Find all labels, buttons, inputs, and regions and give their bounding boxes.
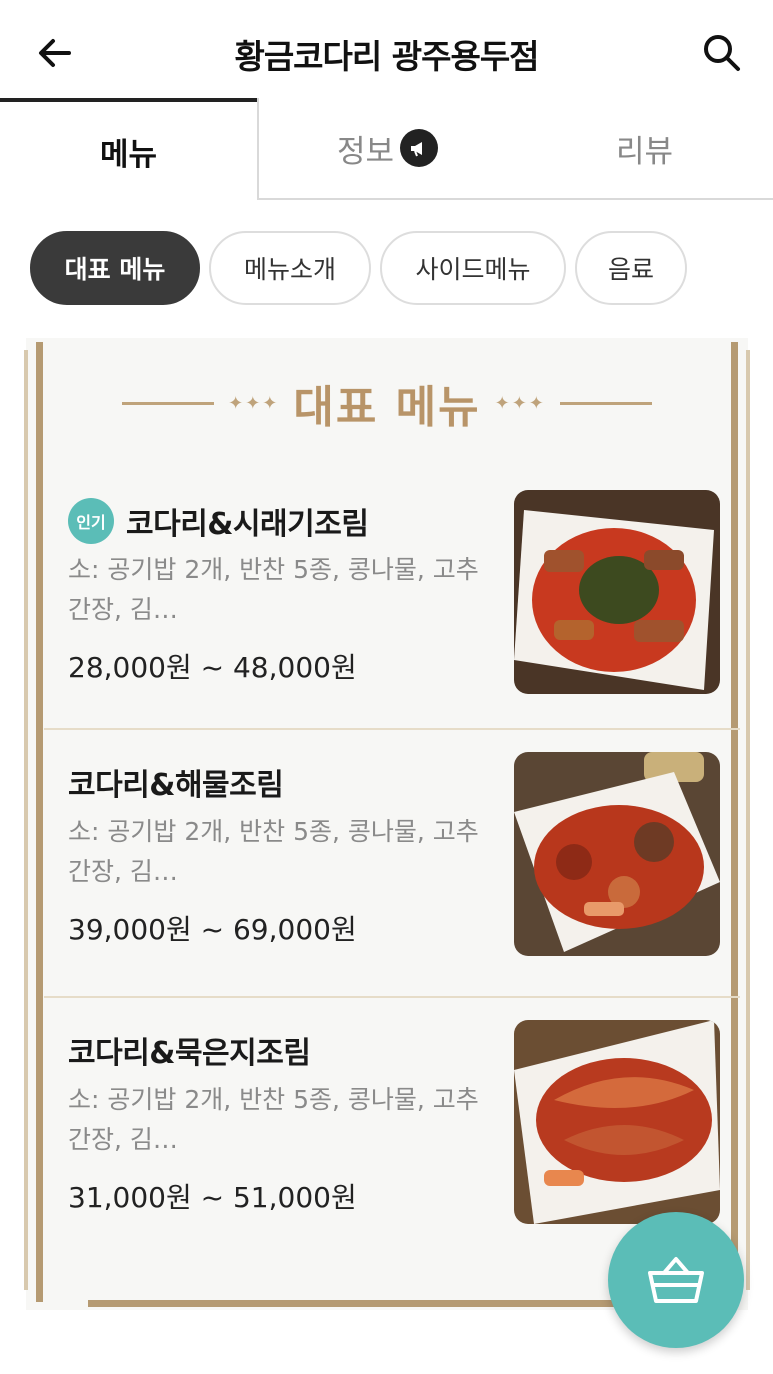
item-description: 소: 공기밥 2개, 반찬 5종, 콩나물, 고추간장, 김… (68, 555, 479, 624)
section-header: ✦✦✦ 대표 메뉴 ✦✦✦ (18, 368, 756, 438)
chip-side-menu[interactable]: 사이드메뉴 (380, 231, 566, 305)
food-photo (514, 490, 720, 694)
menu-card: ✦✦✦ 대표 메뉴 ✦✦✦ 인기 코다리&시래기조림 소: 공기밥 2개, 반찬… (18, 338, 756, 1318)
item-name: 코다리&해물조림 (68, 768, 284, 803)
frame-decoration (746, 350, 750, 1290)
tab-review[interactable]: 리뷰 (516, 98, 773, 200)
item-price: 28,000원 ~ 48,000원 (68, 651, 357, 684)
divider (122, 401, 215, 405)
section-title: 대표 메뉴 (293, 382, 481, 433)
menu-item[interactable]: 코다리&해물조림 소: 공기밥 2개, 반찬 5종, 콩나물, 고추간장, 김…… (44, 728, 740, 996)
popular-badge: 인기 (68, 498, 114, 544)
app-header: 황금코다리 광주용두점 (0, 0, 773, 100)
basket-icon (648, 1257, 704, 1303)
page-title: 황금코다리 광주용두점 (234, 37, 539, 76)
item-name-row: 코다리&해물조림 (68, 760, 284, 804)
category-chips: 대표 메뉴 메뉴소개 사이드메뉴 음료 (30, 231, 687, 305)
item-description: 소: 공기밥 2개, 반찬 5종, 콩나물, 고추간장, 김… (68, 817, 479, 886)
item-name-row: 인기 코다리&시래기조림 (68, 498, 369, 544)
megaphone-icon (400, 129, 439, 167)
food-photo (514, 752, 720, 956)
search-button[interactable] (697, 28, 747, 78)
tab-bar: 메뉴 정보 리뷰 (0, 98, 773, 200)
chip-drinks[interactable]: 음료 (575, 231, 687, 305)
item-price: 31,000원 ~ 51,000원 (68, 1181, 357, 1214)
tab-info-label: 정보 (336, 133, 395, 170)
item-name: 코다리&시래기조림 (126, 507, 369, 542)
chip-signature-menu[interactable]: 대표 메뉴 (30, 231, 200, 305)
menu-item[interactable]: 인기 코다리&시래기조림 소: 공기밥 2개, 반찬 5종, 콩나물, 고추간장… (44, 468, 740, 736)
food-photo (514, 1020, 720, 1224)
chip-menu-intro[interactable]: 메뉴소개 (209, 231, 371, 305)
tab-menu[interactable]: 메뉴 (0, 98, 257, 200)
sparkle-icon: ✦✦✦ (494, 392, 546, 414)
sparkle-icon: ✦✦✦ (228, 392, 280, 414)
cart-button[interactable] (608, 1212, 744, 1348)
frame-decoration (36, 342, 43, 1302)
tab-info[interactable]: 정보 (257, 98, 516, 200)
item-description: 소: 공기밥 2개, 반찬 5종, 콩나물, 고추간장, 김… (68, 1085, 479, 1154)
search-icon (704, 35, 740, 71)
tab-review-label: 리뷰 (615, 133, 674, 170)
tab-menu-label: 메뉴 (99, 136, 158, 173)
item-name: 코다리&묵은지조림 (68, 1036, 311, 1071)
item-name-row: 코다리&묵은지조림 (68, 1028, 311, 1072)
divider (559, 401, 652, 405)
frame-decoration (24, 350, 28, 1290)
item-price: 39,000원 ~ 69,000원 (68, 913, 357, 946)
